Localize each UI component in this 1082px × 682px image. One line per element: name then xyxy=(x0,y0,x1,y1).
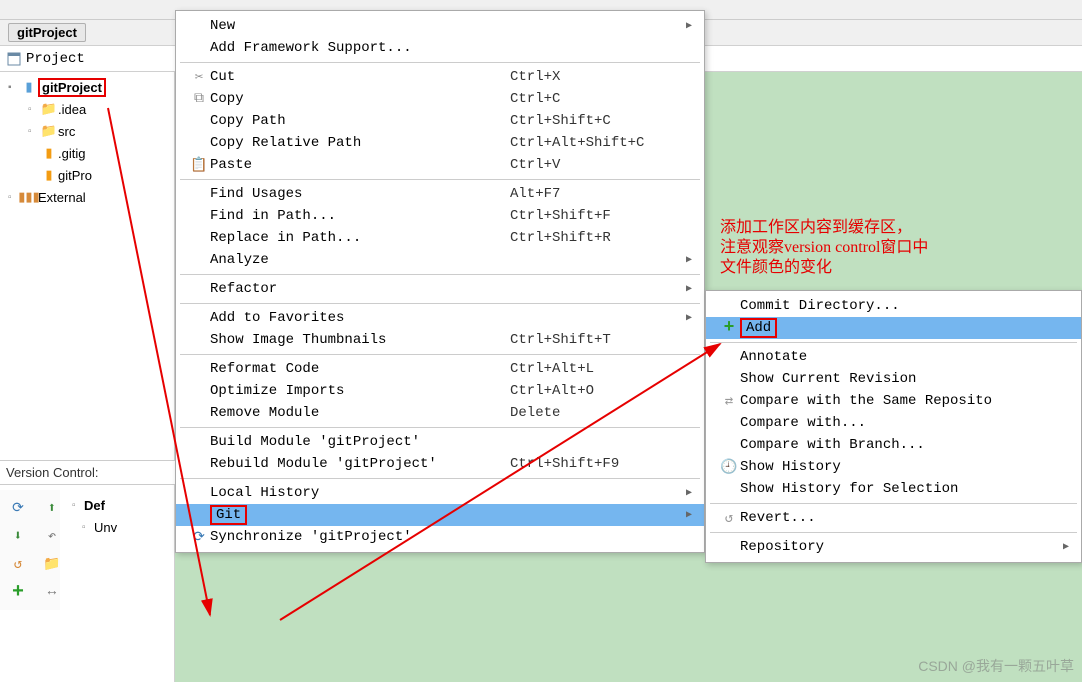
add-icon[interactable]: + xyxy=(6,580,30,604)
paste-icon: 📋 xyxy=(188,157,210,174)
folder-icon: 📁 xyxy=(40,101,58,117)
menu-paste[interactable]: 📋PasteCtrl+V xyxy=(176,154,704,176)
context-menu: New▶ Add Framework Support... ✂CutCtrl+X… xyxy=(175,10,705,553)
menu-separator xyxy=(180,427,700,428)
tree-item-label: .idea xyxy=(58,102,86,117)
sync-icon: ⟳ xyxy=(188,529,210,546)
menu-new[interactable]: New▶ xyxy=(176,15,704,37)
project-tab-icon xyxy=(6,51,22,67)
git-repository[interactable]: Repository▶ xyxy=(706,536,1081,558)
tree-item-label: gitPro xyxy=(58,168,92,183)
folder-icon: 📁 xyxy=(40,123,58,139)
compare-icon: ⇄ xyxy=(718,393,740,410)
undo-icon[interactable]: ↺ xyxy=(6,552,30,576)
menu-replace-in-path[interactable]: Replace in Path...Ctrl+Shift+R xyxy=(176,227,704,249)
commit-icon[interactable]: ⬆ xyxy=(40,496,64,520)
tree-item-label: src xyxy=(58,124,75,139)
menu-optimize[interactable]: Optimize ImportsCtrl+Alt+O xyxy=(176,380,704,402)
version-control-label: Version Control: xyxy=(0,460,175,485)
tree-gitignore[interactable]: ▮ .gitig xyxy=(0,142,174,164)
collapse-icon[interactable]: ▪ xyxy=(8,82,20,93)
menu-show-thumbnails[interactable]: Show Image ThumbnailsCtrl+Shift+T xyxy=(176,329,704,351)
expand-icon[interactable]: ↔ xyxy=(40,580,64,604)
watermark: CSDN @我有一颗五叶草 xyxy=(918,656,1074,676)
menu-build-module[interactable]: Build Module 'gitProject' xyxy=(176,431,704,453)
menu-separator xyxy=(180,62,700,63)
annotation-text: 添加工作区内容到缓存区， 注意观察version control窗口中 文件颜色… xyxy=(720,218,928,278)
tree-item-label: External xyxy=(38,190,86,205)
breadcrumb-project[interactable]: gitProject xyxy=(8,23,86,42)
menu-separator xyxy=(180,303,700,304)
git-show-revision[interactable]: Show Current Revision xyxy=(706,368,1081,390)
tree-external[interactable]: ▫ ▮▮▮ External xyxy=(0,186,174,208)
add-icon: + xyxy=(718,318,740,338)
menu-separator xyxy=(180,179,700,180)
copy-icon: ⧉ xyxy=(188,91,210,107)
git-submenu: Commit Directory... +Add Annotate Show C… xyxy=(705,290,1082,563)
git-compare-branch[interactable]: Compare with Branch... xyxy=(706,434,1081,456)
menu-add-framework[interactable]: Add Framework Support... xyxy=(176,37,704,59)
git-commit-directory[interactable]: Commit Directory... xyxy=(706,295,1081,317)
tree-src[interactable]: ▫ 📁 src xyxy=(0,120,174,142)
menu-local-history[interactable]: Local History▶ xyxy=(176,482,704,504)
menu-synchronize[interactable]: ⟳Synchronize 'gitProject' xyxy=(176,526,704,548)
tree-root[interactable]: ▪ ▮ gitProject xyxy=(0,76,174,98)
git-highlight-box: Git xyxy=(210,505,247,525)
menu-copy-rel-path[interactable]: Copy Relative PathCtrl+Alt+Shift+C xyxy=(176,132,704,154)
menu-git[interactable]: Git▶ xyxy=(176,504,704,526)
rollback-icon[interactable]: ↶ xyxy=(40,524,64,548)
cut-icon: ✂ xyxy=(188,69,210,86)
tree-root-label: gitProject xyxy=(38,78,106,97)
version-control-toolbar: ⟳ ⬆ ⬇ ↶ ↺ 📁 + ↔ xyxy=(0,490,60,610)
group-icon[interactable]: 📁 xyxy=(40,552,64,576)
git-revert[interactable]: ↺Revert... xyxy=(706,507,1081,529)
menu-separator xyxy=(180,354,700,355)
git-show-history[interactable]: 🕘Show History xyxy=(706,456,1081,478)
diff-icon[interactable]: ⬇ xyxy=(6,524,30,548)
menu-separator xyxy=(180,478,700,479)
git-compare-with[interactable]: Compare with... xyxy=(706,412,1081,434)
module-icon: ▮ xyxy=(20,79,38,95)
menu-analyze[interactable]: Analyze▶ xyxy=(176,249,704,271)
menu-separator xyxy=(710,503,1077,504)
version-control-changes[interactable]: ▫Def ▫Unv xyxy=(62,490,175,542)
menu-reformat[interactable]: Reformat CodeCtrl+Alt+L xyxy=(176,358,704,380)
git-annotate[interactable]: Annotate xyxy=(706,346,1081,368)
file-icon: ▮ xyxy=(40,167,58,183)
git-show-history-selection[interactable]: Show History for Selection xyxy=(706,478,1081,500)
file-icon: ▮ xyxy=(40,145,58,161)
menu-find-in-path[interactable]: Find in Path...Ctrl+Shift+F xyxy=(176,205,704,227)
menu-copy-path[interactable]: Copy PathCtrl+Shift+C xyxy=(176,110,704,132)
git-add[interactable]: +Add xyxy=(706,317,1081,339)
menu-add-favorites[interactable]: Add to Favorites▶ xyxy=(176,307,704,329)
menu-refactor[interactable]: Refactor▶ xyxy=(176,278,704,300)
history-icon: 🕘 xyxy=(718,459,740,476)
tree-idea[interactable]: ▫ 📁 .idea xyxy=(0,98,174,120)
menu-find-usages[interactable]: Find UsagesAlt+F7 xyxy=(176,183,704,205)
menu-separator xyxy=(710,532,1077,533)
revert-icon: ↺ xyxy=(718,510,740,527)
menu-copy[interactable]: ⧉CopyCtrl+C xyxy=(176,88,704,110)
refresh-icon[interactable]: ⟳ xyxy=(6,496,30,520)
add-highlight-box: Add xyxy=(740,318,777,338)
expand-icon[interactable]: ▫ xyxy=(28,104,40,115)
project-tab-label: Project xyxy=(26,51,85,67)
tree-iml[interactable]: ▮ gitPro xyxy=(0,164,174,186)
git-compare-same[interactable]: ⇄Compare with the Same Reposito xyxy=(706,390,1081,412)
tree-item-label: .gitig xyxy=(58,146,85,161)
menu-rebuild-module[interactable]: Rebuild Module 'gitProject'Ctrl+Shift+F9 xyxy=(176,453,704,475)
expand-icon[interactable]: ▫ xyxy=(28,126,40,137)
menu-remove-module[interactable]: Remove ModuleDelete xyxy=(176,402,704,424)
menu-separator xyxy=(180,274,700,275)
libraries-icon: ▮▮▮ xyxy=(20,189,38,205)
menu-cut[interactable]: ✂CutCtrl+X xyxy=(176,66,704,88)
menu-separator xyxy=(710,342,1077,343)
